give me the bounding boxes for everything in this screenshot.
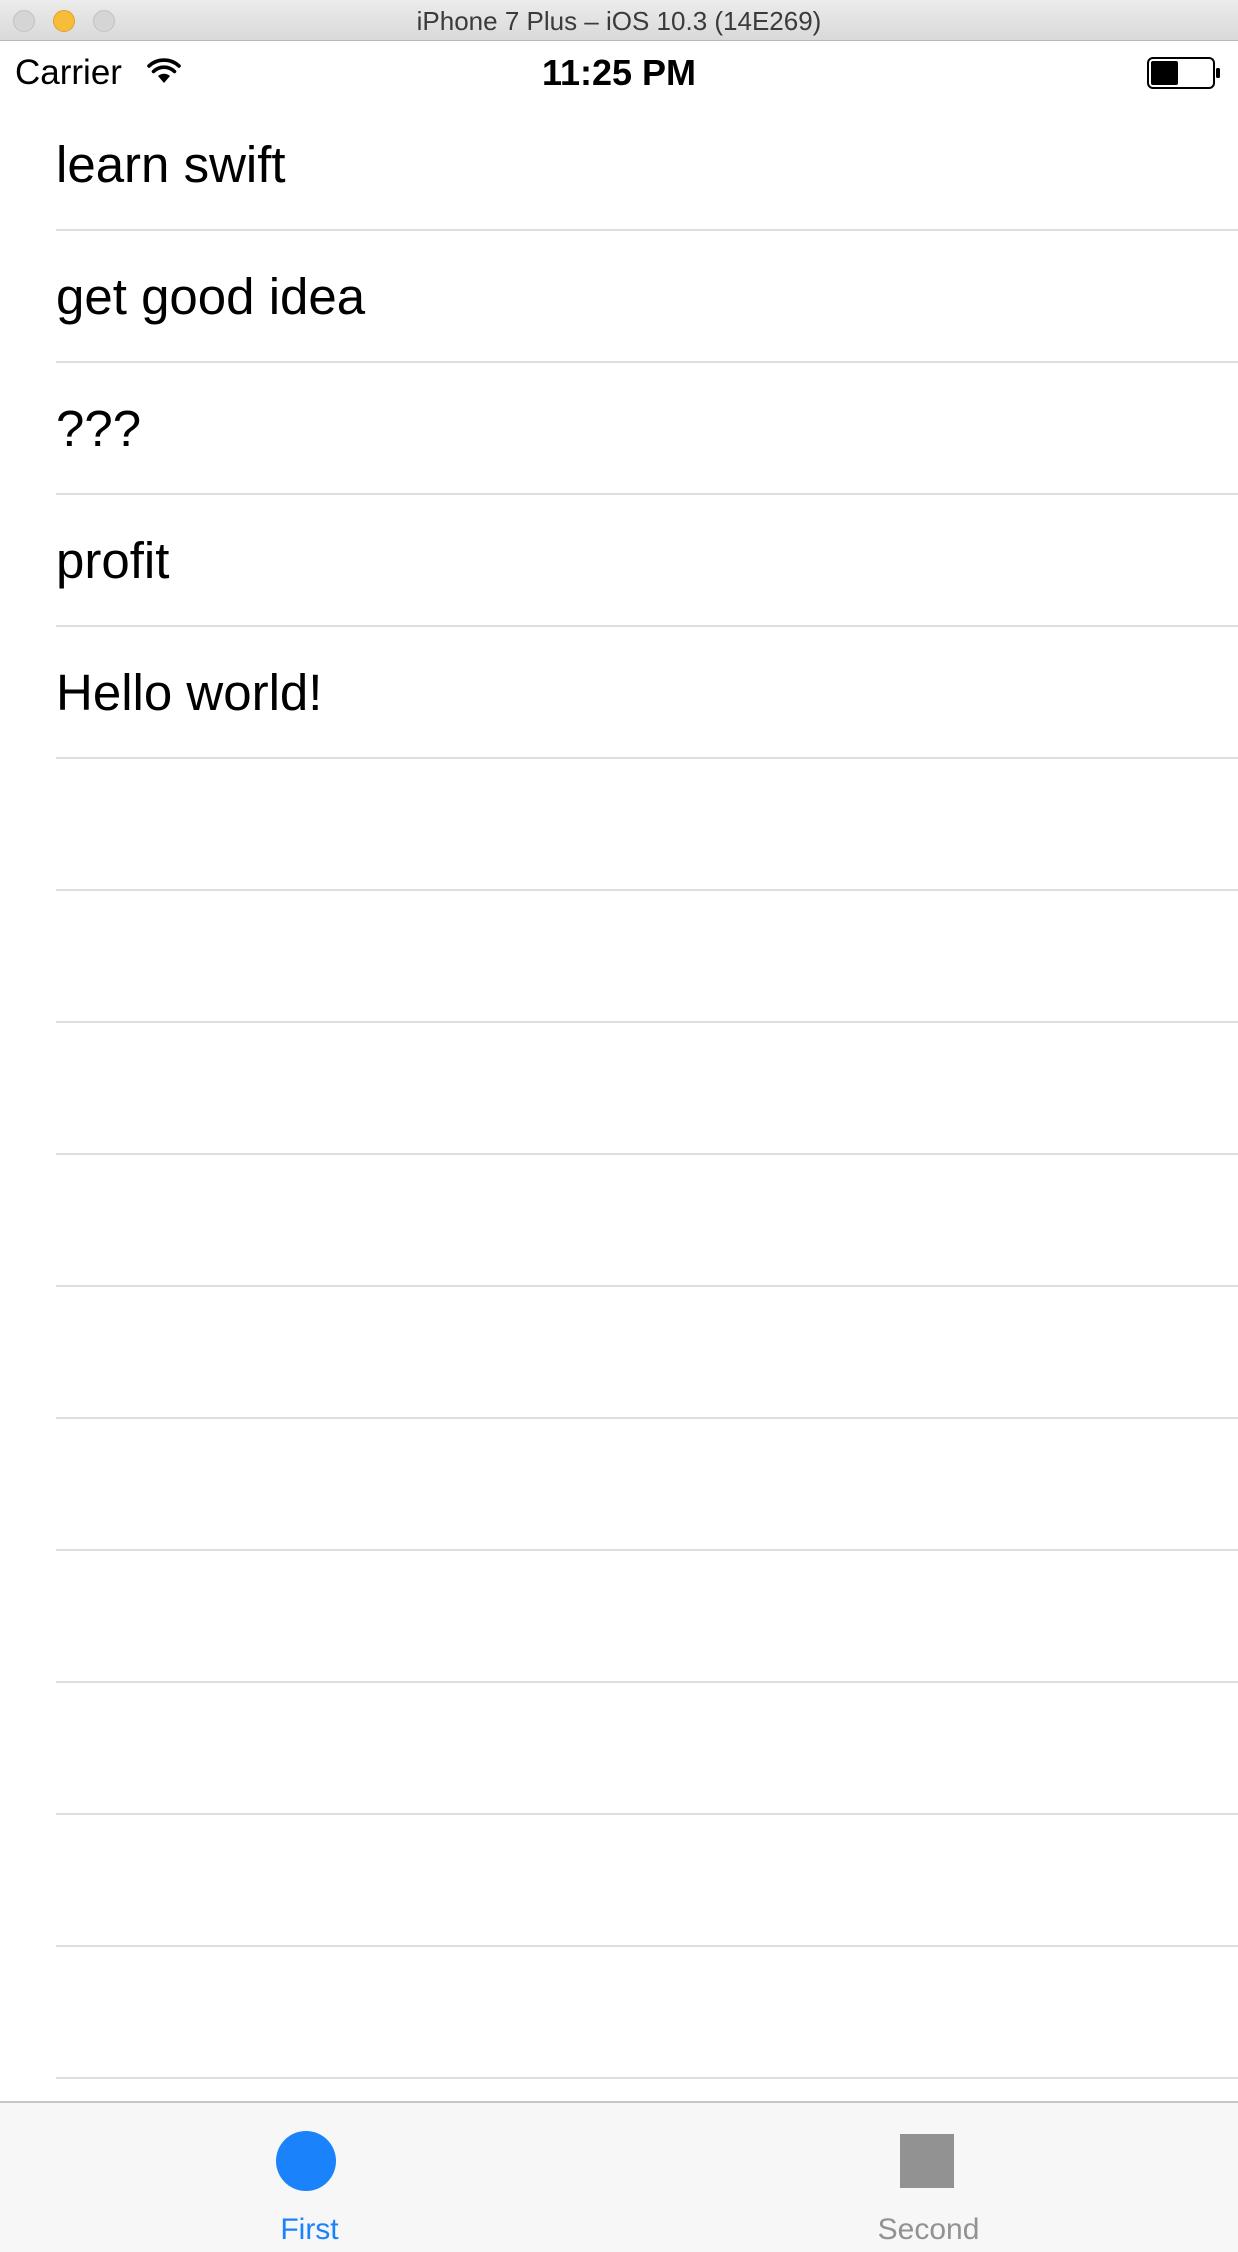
- circle-icon: [276, 2131, 336, 2191]
- todo-table[interactable]: learn swift get good idea ??? profit Hel…: [0, 99, 1238, 2079]
- status-time: 11:25 PM: [541, 52, 697, 93]
- table-row[interactable]: [0, 1155, 1238, 1287]
- tab-icon-container: [0, 2131, 619, 2191]
- tab-label: First: [280, 2213, 339, 2246]
- table-row[interactable]: ???: [0, 363, 1238, 495]
- window-title: iPhone 7 Plus – iOS 10.3 (14E269): [416, 6, 822, 36]
- table-row[interactable]: [0, 1023, 1238, 1155]
- row-label: get good idea: [56, 268, 366, 325]
- battery-icon: [1147, 57, 1220, 89]
- tab-label: Second: [877, 2213, 980, 2246]
- tab-first[interactable]: First: [0, 2103, 619, 2252]
- status-bar: Carrier 11:25 PM: [0, 41, 1238, 105]
- table-row[interactable]: [0, 1287, 1238, 1419]
- row-label: learn swift: [56, 136, 286, 193]
- tab-icon-container: [619, 2131, 1238, 2191]
- row-label: profit: [56, 532, 170, 589]
- row-label: Hello world!: [56, 664, 323, 721]
- simulator-window: iPhone 7 Plus – iOS 10.3 (14E269) Carrie…: [0, 0, 1238, 2252]
- table-row[interactable]: [0, 1419, 1238, 1551]
- table-row[interactable]: Hello world!: [0, 627, 1238, 759]
- table-row[interactable]: [0, 759, 1238, 891]
- square-icon: [900, 2134, 954, 2188]
- tab-second[interactable]: Second: [619, 2103, 1238, 2252]
- table-row[interactable]: learn swift: [0, 99, 1238, 231]
- table-row[interactable]: [0, 1683, 1238, 1815]
- table-row[interactable]: profit: [0, 495, 1238, 627]
- tab-bar: First Second: [0, 2101, 1238, 2252]
- row-label: ???: [56, 400, 142, 457]
- window-title-bar: iPhone 7 Plus – iOS 10.3 (14E269): [0, 0, 1238, 41]
- table-row[interactable]: [0, 1815, 1238, 1947]
- table-row[interactable]: get good idea: [0, 231, 1238, 363]
- table-row[interactable]: [0, 1551, 1238, 1683]
- table-row[interactable]: [0, 1947, 1238, 2079]
- table-row[interactable]: [0, 891, 1238, 1023]
- row-separator: [56, 2077, 1238, 2079]
